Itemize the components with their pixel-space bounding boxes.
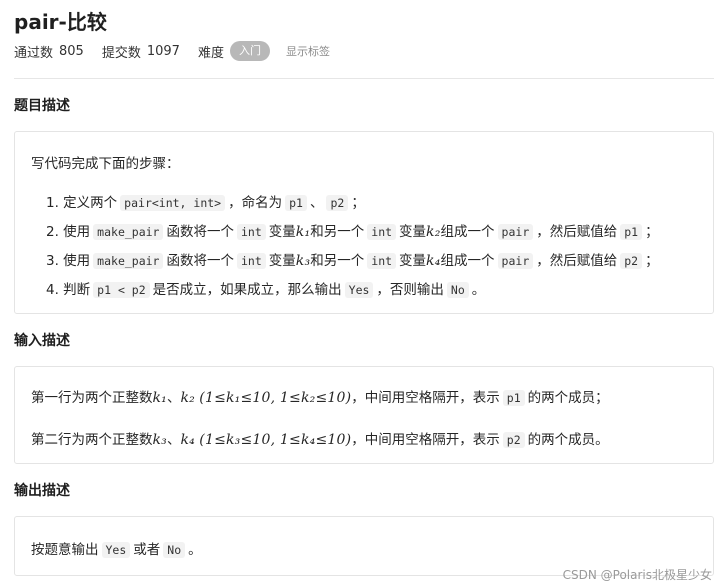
step-text: ，命名为	[228, 195, 283, 211]
input-text: 第二行为两个正整数	[31, 432, 153, 448]
code-make-pair: make_pair	[93, 224, 164, 240]
description-box: 写代码完成下面的步骤： 1. 定义两个 pair<int, int> ，命名为 p1、…	[14, 131, 714, 314]
header-divider	[14, 78, 714, 79]
step-text: 和另一个	[310, 224, 365, 240]
step-text: 是否成立，如果成立，那么输出	[152, 282, 342, 298]
step-text: ，然后赋值给	[536, 224, 618, 240]
step-text: 函数将一个	[166, 253, 234, 269]
description-title: 题目描述	[14, 98, 70, 114]
step-number: 3.	[46, 253, 64, 269]
code-yes: Yes	[344, 282, 374, 298]
input-line-2: 第二行为两个正整数k₃、k₄ (1≤k₃≤10, 1≤k₄≤10)，中间用空格隔…	[31, 428, 609, 448]
step-text: ，否则输出	[376, 282, 444, 298]
code-yes: Yes	[101, 542, 131, 558]
code-no: No	[446, 282, 469, 298]
step-number: 1.	[46, 195, 64, 211]
output-text: 或者	[133, 542, 161, 558]
accepted-count: 805	[59, 43, 84, 59]
input-title: 输入描述	[14, 333, 70, 349]
step-text: 定义两个	[63, 195, 118, 211]
input-text: ，中间用空格隔开，表示	[351, 390, 500, 406]
step-number: 4.	[46, 282, 64, 298]
input-text: 、	[167, 432, 181, 448]
accepted-label: 通过数	[14, 45, 54, 61]
math-range: (1≤k₃≤10, 1≤k₄≤10)	[199, 432, 352, 448]
step-text: 变量	[268, 224, 296, 240]
output-title: 输出描述	[14, 483, 70, 499]
input-text: ，中间用空格隔开，表示	[351, 432, 500, 448]
code-make-pair: make_pair	[93, 253, 164, 269]
output-text: 。	[188, 542, 202, 558]
step-number: 2.	[46, 224, 64, 240]
description-intro: 写代码完成下面的步骤：	[31, 156, 180, 172]
input-text: 的两个成员；	[527, 390, 609, 406]
submit-count: 1097	[146, 43, 180, 59]
step-text: 组成一个	[440, 253, 495, 269]
step-text: 使用	[63, 224, 91, 240]
code-p2: p2	[326, 195, 349, 211]
step-text: 、	[309, 195, 324, 211]
code-p1: p1	[285, 195, 307, 211]
math-k1: k₁	[152, 390, 167, 406]
math-k4: k₄	[426, 253, 441, 269]
show-tags-link[interactable]: 显示标签	[286, 43, 330, 59]
step-item-2: 2. 使用 make_pair 函数将一个 int 变量k₁和另一个 int 变量k₂组成一…	[46, 220, 659, 240]
code-int: int	[367, 253, 397, 269]
submit-label: 提交数	[101, 45, 141, 61]
input-box: 第一行为两个正整数k₁、k₂ (1≤k₁≤10, 1≤k₂≤10)，中间用空格隔…	[14, 366, 714, 464]
code-int: int	[236, 253, 266, 269]
math-k4: k₄	[180, 432, 195, 448]
step-item-3: 3. 使用 make_pair 函数将一个 int 变量k₃和另一个 int 变量k₄组成一…	[46, 249, 659, 269]
code-no: No	[163, 542, 186, 558]
math-k3: k₃	[295, 253, 311, 269]
code-p2: p2	[620, 253, 643, 269]
code-p1: p1	[502, 390, 525, 406]
code-int: int	[236, 224, 266, 240]
difficulty-label: 难度	[197, 45, 224, 61]
difficulty-badge: 入门	[229, 41, 270, 61]
step-text: 和另一个	[310, 253, 365, 269]
input-text: 第一行为两个正整数	[31, 390, 153, 406]
code-p2: p2	[502, 432, 525, 448]
math-k1: k₁	[295, 224, 311, 240]
step-item-1: 1. 定义两个 pair<int, int> ，命名为 p1、 p2；	[46, 191, 365, 211]
output-text: 按题意输出	[31, 542, 99, 558]
code-p1: p1	[620, 224, 643, 240]
output-line: 按题意输出 Yes 或者 No。	[31, 538, 202, 558]
code-pair-type: pair<int, int>	[120, 195, 226, 211]
code-pair: pair	[497, 224, 534, 240]
code-pair: pair	[497, 253, 534, 269]
code-compare: p1 < p2	[93, 282, 150, 298]
step-text: 。	[471, 282, 486, 298]
step-text: 判断	[63, 282, 91, 298]
input-text: 的两个成员。	[527, 432, 609, 448]
problem-stats: 通过数 805 提交数 1097 难度 入门 显示标签	[14, 40, 330, 62]
step-text: 变量	[399, 224, 427, 240]
step-text: 使用	[63, 253, 91, 269]
input-line-1: 第一行为两个正整数k₁、k₂ (1≤k₁≤10, 1≤k₂≤10)，中间用空格隔…	[31, 386, 609, 406]
step-text: 函数将一个	[166, 224, 234, 240]
step-text: ；	[351, 195, 365, 211]
math-k2: k₂	[426, 224, 441, 240]
step-text: 变量	[399, 253, 427, 269]
step-text: ，然后赋值给	[536, 253, 618, 269]
math-k2: k₂	[180, 390, 195, 406]
step-text: ；	[645, 253, 659, 269]
step-text: 组成一个	[440, 224, 495, 240]
step-item-4: 4. 判断 p1 < p2 是否成立，如果成立，那么输出 Yes ，否则输出 No。	[46, 278, 485, 298]
step-text: 变量	[268, 253, 296, 269]
csdn-watermark: CSDN @Polaris北极星少女	[562, 568, 712, 582]
math-k3: k₃	[152, 432, 167, 448]
math-range: (1≤k₁≤10, 1≤k₂≤10)	[199, 390, 352, 406]
step-text: ；	[645, 224, 659, 240]
input-text: 、	[167, 390, 181, 406]
code-int: int	[367, 224, 397, 240]
page-title: pair-比较	[14, 10, 107, 34]
